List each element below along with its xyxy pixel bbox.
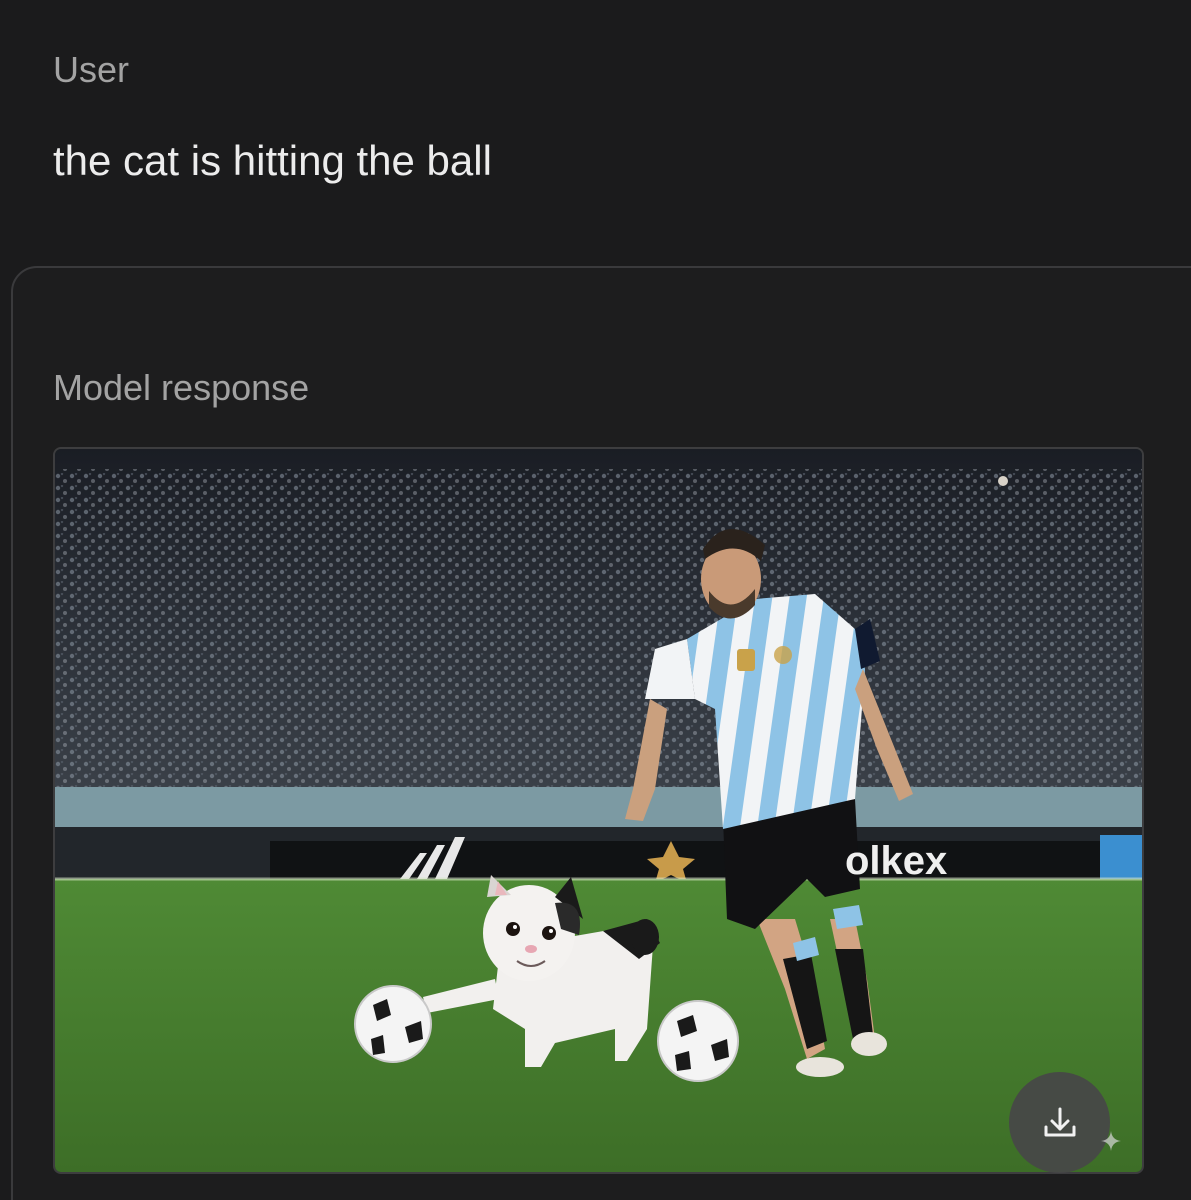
ad-blue-panel [1100,835,1142,879]
user-label: User [53,49,130,90]
stadium-light [998,476,1008,486]
crowd-texture [55,469,1142,789]
download-icon [1044,1107,1075,1136]
generated-image[interactable]: olkex [53,447,1144,1174]
football-right [657,1000,739,1082]
model-response-label: Model response [53,367,310,408]
chat-page: User the cat is hitting the ball Model r… [0,0,1191,1200]
user-message: the cat is hitting the ball [53,137,492,184]
sparkle-icon [1101,1131,1121,1151]
football-left [354,985,432,1063]
ad-board-text: olkex [845,839,947,883]
download-button[interactable] [1009,1072,1110,1173]
